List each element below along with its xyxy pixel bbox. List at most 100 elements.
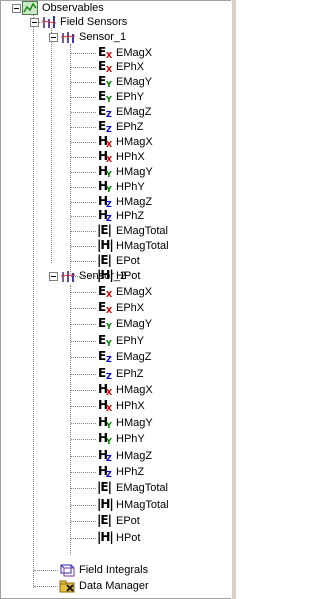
tree-leaf-emagz[interactable]: E Z EMagZ (0, 104, 200, 120)
tree-node-label: EMagZ (116, 106, 152, 119)
tree-node-label: Sensor_2 (79, 270, 127, 282)
field-subscript: X (106, 387, 113, 397)
field-component-icon: |H| (97, 239, 114, 253)
tree-leaf-hmagtotal[interactable]: |H| HMagTotal (0, 238, 200, 254)
tree-leaf-emagy[interactable]: E Y EMagY (0, 74, 200, 90)
field-component-icon: EY (97, 333, 113, 348)
field-glyph: |E| (97, 253, 112, 268)
tree-leaf-hphy[interactable]: H Y HPhY (0, 431, 200, 447)
tree-leaf-ephy[interactable]: E Y EPhY (0, 89, 200, 105)
tree-leaf-ephx[interactable]: E X EPhX (0, 59, 200, 75)
tree-leaf-emagtotal[interactable]: |E| EMagTotal (0, 480, 200, 496)
tree-leaf-ephz[interactable]: E Z EPhZ (0, 366, 200, 382)
tree-leaf-epot[interactable]: |E| EPot (0, 253, 200, 269)
tree-guide-line (71, 406, 96, 408)
field-glyph: E (98, 59, 107, 74)
field-component-icon: HX (97, 149, 113, 164)
field-component-icon: HZ (97, 448, 113, 463)
tree-leaf-hphx[interactable]: H X HPhX (0, 149, 200, 165)
field-subscript: X (106, 65, 113, 75)
tree-node-label: EPhY (116, 334, 145, 347)
tree-guide-line (71, 171, 96, 173)
tree-node-label: HMagZ (116, 449, 153, 462)
tree-node-label: Field Integrals (79, 564, 149, 576)
field-component-icon: |E| (97, 481, 113, 495)
collapse-toggle[interactable] (30, 18, 39, 27)
tree-node-sensor-2[interactable]: Sensor_2 (0, 268, 200, 284)
tree-leaf-ephy[interactable]: E Y EPhY (0, 333, 200, 349)
field-subscript: Z (106, 110, 112, 120)
tree-leaf-hmagx[interactable]: H X HMagX (0, 134, 200, 150)
field-component-icon: HX (97, 399, 113, 414)
tree-leaf-hphy[interactable]: H Y HPhY (0, 179, 200, 195)
tree-node-field-sensors[interactable]: Field Sensors (0, 14, 200, 30)
collapse-toggle[interactable] (49, 33, 58, 42)
field-glyph: E (98, 89, 107, 104)
field-subscript: Z (106, 453, 112, 463)
tree-leaf-hmagx[interactable]: H X HMagX (0, 382, 200, 398)
tree-guide-line (71, 141, 96, 143)
tree-guide-line (71, 521, 96, 523)
tree-node-label: EMagY (116, 318, 153, 331)
tree-node-label: EMagX (116, 46, 153, 59)
field-component-icon: EZ (97, 120, 113, 135)
tree-node-label: HPot (116, 531, 141, 544)
field-subscript: Y (106, 322, 112, 332)
tree-leaf-hpot[interactable]: |H| HPot (0, 530, 200, 546)
tree-node-sensor-1[interactable]: Sensor_1 (0, 29, 200, 45)
field-subscript: Y (106, 184, 112, 194)
tree-node-label: HMagX (116, 135, 153, 148)
tree-node-label: EPhX (116, 61, 145, 74)
tree-node-label: EMagX (116, 285, 153, 298)
tree-leaf-emagy[interactable]: E Y EMagY (0, 316, 200, 332)
field-component-icon: HY (97, 179, 113, 194)
tree-leaf-ephx[interactable]: E X EPhX (0, 300, 200, 316)
tree-node-label: HMagZ (116, 195, 153, 208)
field-subscript: Y (106, 420, 112, 430)
tree-leaf-epot[interactable]: |E| EPot (0, 513, 200, 529)
tree-leaf-hphx[interactable]: H X HPhX (0, 398, 200, 414)
field-glyph: E (98, 104, 107, 119)
field-component-icon: HZ (97, 464, 113, 479)
tree-leaf-hmagy[interactable]: H Y HMagY (0, 415, 200, 431)
tree-leaf-ephz[interactable]: E Z EPhZ (0, 119, 200, 135)
tree-leaf-hphz[interactable]: H Z HPhZ (0, 464, 200, 480)
field-subscript: Z (106, 355, 112, 365)
field-component-icon: HZ (97, 194, 113, 209)
tree-leaf-emagx[interactable]: E X EMagX (0, 284, 200, 300)
field-glyph: |H| (97, 496, 114, 511)
tree-node-label: HMagX (116, 383, 153, 396)
tree-node-field-integrals[interactable]: Field Integrals (0, 562, 200, 578)
tree-node-label: EMagTotal (116, 225, 168, 238)
tree-node-data-manager[interactable]: Data Manager (0, 578, 200, 594)
field-component-icon: |H| (97, 530, 114, 545)
field-subscript: Z (106, 125, 112, 134)
tree-leaf-hphz[interactable]: H Z HPhZ (0, 208, 200, 224)
field-component-icon: HX (97, 134, 113, 149)
tree-leaf-hmagy[interactable]: H Y HMagY (0, 164, 200, 180)
tree-leaf-hmagz[interactable]: H Z HMagZ (0, 448, 200, 464)
collapse-toggle[interactable] (49, 272, 58, 281)
tree-node-label: Field Sensors (60, 16, 128, 28)
tree-leaf-emagtotal[interactable]: |E| EMagTotal (0, 223, 200, 239)
tree-guide-line (71, 156, 96, 158)
tree-leaf-emagz[interactable]: E Z EMagZ (0, 349, 200, 365)
field-subscript: X (106, 305, 113, 315)
tree-node-label: HPhZ (116, 465, 145, 478)
tree-node-label: Data Manager (79, 580, 149, 592)
tree-guide-line (71, 201, 96, 203)
collapse-toggle[interactable] (12, 4, 21, 13)
tree-guide-line (71, 112, 96, 114)
tree-leaf-hmagtotal[interactable]: |H| HMagTotal (0, 497, 200, 513)
tree-guide-line (71, 340, 96, 342)
tree-guide-line (71, 357, 96, 359)
field-component-icon: HY (97, 415, 113, 430)
field-subscript: Z (106, 214, 112, 224)
sensor-icon (60, 271, 76, 282)
field-component-icon: |H| (97, 496, 114, 512)
tree-leaf-emagx[interactable]: E X EMagX (0, 45, 200, 61)
tree-guide-line (71, 389, 96, 391)
tree-leaf-hmagz[interactable]: H Z HMagZ (0, 194, 200, 210)
field-subscript: Y (106, 169, 112, 179)
tree-node-label: HPhY (116, 433, 145, 446)
